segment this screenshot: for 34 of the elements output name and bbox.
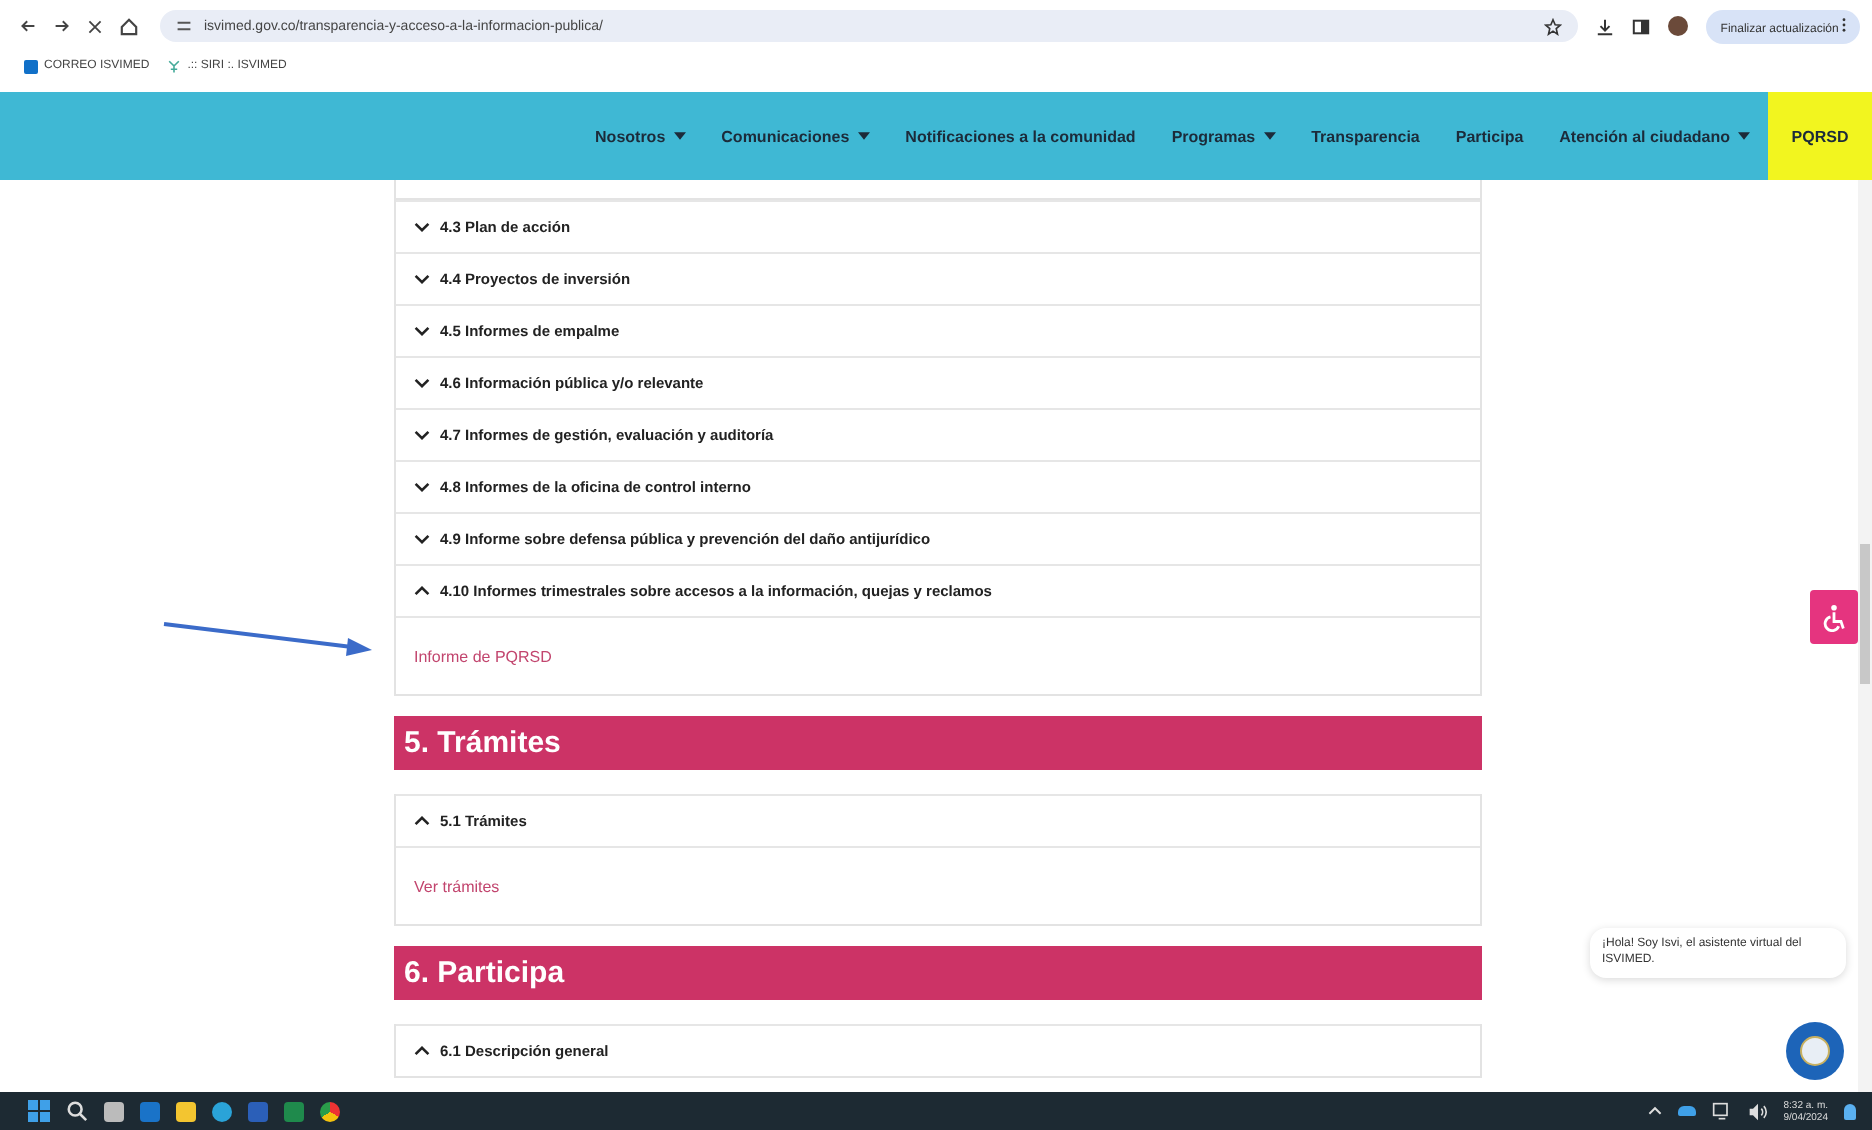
section-heading: 5. Trámites [394, 716, 1482, 770]
nav-item[interactable]: Programas [1153, 92, 1294, 180]
start-icon[interactable] [28, 1100, 50, 1122]
home-icon[interactable] [120, 17, 138, 35]
chat-button[interactable] [1786, 1022, 1844, 1080]
nav-item[interactable]: Participa [1437, 92, 1542, 180]
wheelchair-icon [1820, 603, 1848, 631]
cloud-icon[interactable] [1677, 1106, 1696, 1116]
nav-item[interactable]: PQRSD [1768, 92, 1872, 180]
caret-icon [1263, 132, 1276, 140]
speaker-icon[interactable] [1747, 1101, 1768, 1121]
profile-avatar[interactable] [1668, 16, 1689, 36]
search-icon[interactable] [66, 1100, 88, 1122]
chevron-up-icon[interactable] [1647, 1106, 1662, 1116]
close-icon[interactable] [88, 19, 102, 33]
star-icon[interactable] [1544, 17, 1563, 35]
caret-icon [857, 132, 870, 140]
monitor-icon[interactable] [1711, 1101, 1732, 1121]
side-panel-icon[interactable] [1632, 17, 1651, 35]
download-icon[interactable] [1596, 17, 1615, 35]
nav-item[interactable]: Atención al ciudadano [1541, 92, 1768, 180]
forward-icon[interactable] [54, 18, 70, 34]
nav-item[interactable]: Comunicaciones [703, 92, 888, 180]
nav-item[interactable]: Notificaciones a la comunidad [887, 92, 1154, 180]
caret-icon [1738, 132, 1750, 140]
caret-icon [673, 132, 686, 140]
link[interactable]: Informe de PQRSD [414, 647, 552, 665]
nav-item[interactable]: Nosotros [577, 92, 704, 180]
back-icon[interactable] [20, 18, 36, 34]
nav-item[interactable]: Transparencia [1293, 92, 1438, 180]
link[interactable]: Ver trámites [414, 877, 500, 895]
site-settings-icon[interactable] [176, 18, 192, 34]
section-heading: 6. Participa [394, 946, 1482, 1000]
accessibility-button[interactable] [1810, 590, 1858, 644]
